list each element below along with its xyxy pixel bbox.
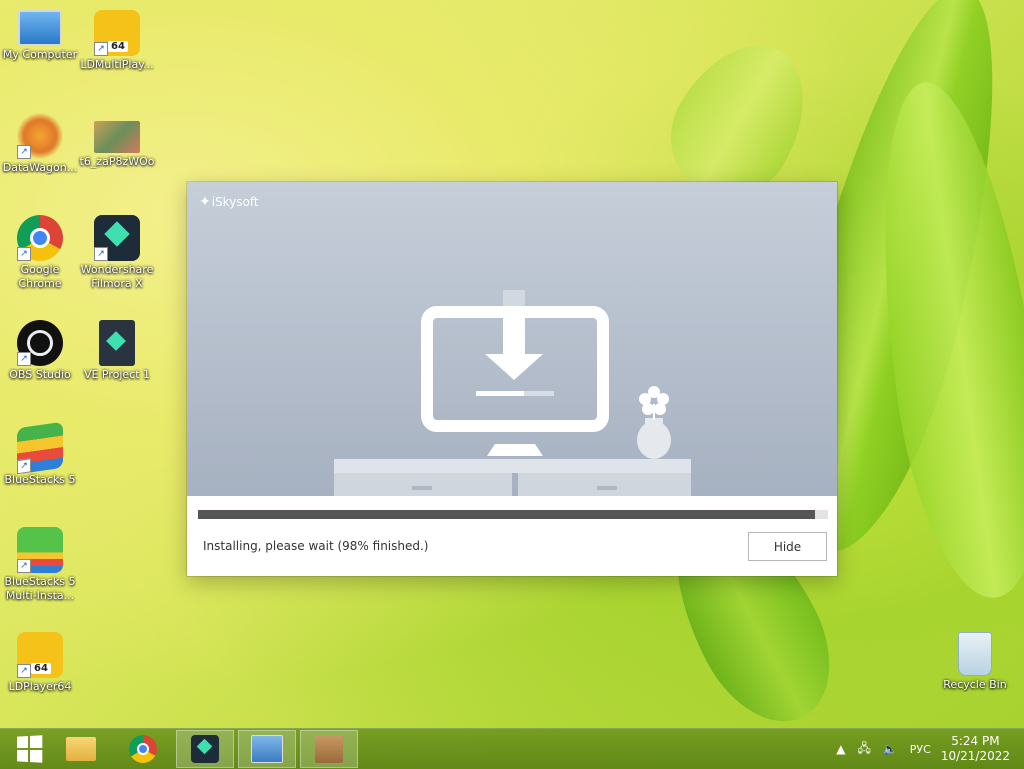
bluestacks-multi-icon: ↗ <box>17 527 63 573</box>
desktop-icon-bluestacks[interactable]: ↗ BlueStacks 5 <box>0 421 80 487</box>
taskbar-control-panel[interactable] <box>238 730 296 768</box>
taskbar-chrome[interactable] <box>114 730 172 768</box>
install-progress-fill <box>198 510 816 519</box>
network-icon[interactable]: 🖧 <box>857 739 870 760</box>
desktop-icon-chrome[interactable]: ↗ Google Chrome <box>0 215 80 291</box>
desktop-icon-image-file[interactable]: t6_zaP8zWOo <box>77 113 157 169</box>
install-illustration <box>334 290 691 496</box>
filmora-icon <box>191 735 219 763</box>
desktop-icon-label: LDPlayer64 <box>8 680 72 693</box>
datawagon-icon: ↗ <box>17 113 63 159</box>
install-status-text: Installing, please wait (98% finished.) <box>203 539 429 553</box>
installer-window: ✦iSkysoft Installing, please wait (98% f… <box>187 182 837 576</box>
installer-box-icon <box>315 735 343 763</box>
image-file-icon <box>94 121 140 153</box>
volume-icon[interactable]: 🔈 <box>883 742 898 756</box>
installer-banner: ✦iSkysoft <box>187 182 837 496</box>
desktop-icon-label: My Computer <box>2 48 78 61</box>
ldplayer-icon: 64 ↗ <box>17 632 63 678</box>
hide-button[interactable]: Hide <box>748 532 827 561</box>
desktop-icon-bluestacks-multi[interactable]: ↗ BlueStacks 5 Multi-Insta... <box>0 527 80 603</box>
windows-start-icon <box>17 735 43 763</box>
desktop-icon-obs[interactable]: ↗ OBS Studio <box>0 320 80 382</box>
taskbar-file-explorer[interactable] <box>52 730 110 768</box>
clock[interactable]: 5:24 PM 10/21/2022 <box>941 734 1010 764</box>
recycle-bin-icon <box>958 632 992 676</box>
desktop-icon-ldmultiplayer[interactable]: 64 ↗ LDMultiPlay... <box>77 10 157 72</box>
taskbar: ▲ 🖧 🔈 РУС 5:24 PM 10/21/2022 <box>0 728 1024 769</box>
desktop-icon-ldplayer[interactable]: 64 ↗ LDPlayer64 <box>0 632 80 694</box>
system-tray: ▲ 🖧 🔈 РУС 5:24 PM 10/21/2022 <box>830 729 1024 769</box>
install-progress-bar <box>198 510 828 519</box>
desktop-icon-label: BlueStacks 5 <box>4 473 76 486</box>
desktop-icon-label: t6_zaP8zWOo <box>79 155 155 168</box>
bluestacks-icon: ↗ <box>17 421 63 475</box>
monitor-stand <box>487 444 543 456</box>
desktop-icon-label: OBS Studio <box>9 368 71 381</box>
desktop-icon-label: Google Chrome <box>18 263 62 290</box>
language-indicator[interactable]: РУС <box>910 743 931 756</box>
taskbar-filmora[interactable] <box>176 730 234 768</box>
obs-icon: ↗ <box>17 320 63 366</box>
download-arrow-icon <box>503 310 525 356</box>
computer-icon <box>18 10 62 46</box>
desktop-icon-label: BlueStacks 5 Multi-Insta... <box>4 575 76 602</box>
desktop-icon-label: Recycle Bin <box>943 678 1007 691</box>
desktop-icon-datawagon[interactable]: ↗ DataWagon... <box>0 113 80 175</box>
chrome-icon: ↗ <box>17 215 63 261</box>
desktop-icon-label: Wondershare Filmora X <box>80 263 154 290</box>
desktop-icon-label: DataWagon... <box>2 161 78 174</box>
vase-illustration <box>637 421 671 459</box>
control-panel-icon <box>251 735 283 763</box>
desktop-icon-label: LDMultiPlay... <box>80 58 154 71</box>
desk-illustration <box>334 459 691 473</box>
start-button[interactable] <box>0 730 58 768</box>
desktop-icon-recycle-bin[interactable]: Recycle Bin <box>935 632 1015 692</box>
filmora-project-icon <box>99 320 135 366</box>
file-explorer-icon <box>66 737 96 761</box>
clock-date: 10/21/2022 <box>940 749 1010 763</box>
taskbar-installer[interactable] <box>300 730 358 768</box>
desktop-icon-ve-project[interactable]: VE Project 1 <box>77 320 157 382</box>
chrome-icon <box>129 735 157 763</box>
filmora-icon: ↗ <box>94 215 140 261</box>
desktop-icon-filmora[interactable]: ↗ Wondershare Filmora X <box>77 215 157 291</box>
desktop-icon-label: VE Project 1 <box>83 368 151 381</box>
clock-time: 5:24 PM <box>951 734 1000 748</box>
show-hidden-icons-icon[interactable]: ▲ <box>836 742 845 756</box>
desktop-icon-my-computer[interactable]: My Computer <box>0 10 80 62</box>
ldmultiplayer-icon: 64 ↗ <box>94 10 140 56</box>
